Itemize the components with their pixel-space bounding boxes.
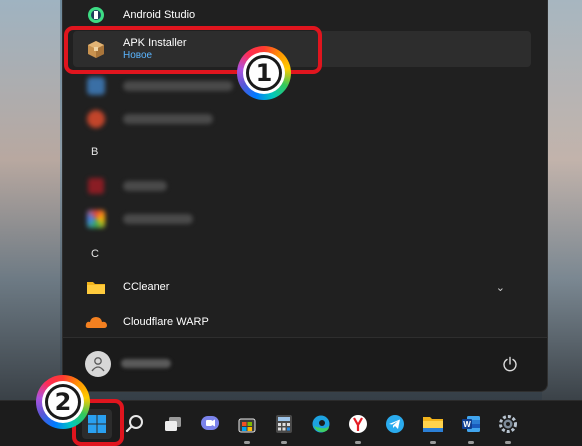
folder-icon [85,276,107,298]
power-icon[interactable] [499,353,521,375]
app-name: Cloudflare WARP [123,316,209,328]
word-icon[interactable]: W [456,409,486,444]
blurred-app-name [123,81,233,91]
blurred-app-icon [85,108,107,130]
app-name: Android Studio [123,9,196,21]
chevron-down-icon[interactable]: ⌄ [496,281,505,294]
app-item-cloudflare-warp[interactable]: Cloudflare WARP [73,304,531,340]
running-indicator [468,441,474,444]
start-menu-user-bar [63,337,547,391]
desktop-wallpaper-left [0,0,60,400]
user-icon [91,357,105,372]
app-name: CCleaner [123,281,170,293]
blurred-app-icon [85,75,107,97]
cloudflare-icon [85,311,107,333]
user-name[interactable] [121,359,171,368]
blurred-app-icon [85,175,107,197]
app-item-ccleaner[interactable]: CCleaner ⌄ [73,269,531,305]
blurred-app-name [123,181,167,191]
svg-text:W: W [463,420,471,429]
search-icon[interactable] [120,409,150,439]
running-indicator [430,441,436,444]
yandex-icon[interactable] [343,409,373,444]
section-header-c[interactable]: C [91,248,99,260]
step-number-2: 2 [45,384,81,420]
teams-chat-icon[interactable] [195,409,225,439]
edge-icon[interactable] [306,409,336,439]
step-number-1: 1 [246,55,282,91]
store-icon[interactable] [232,409,262,444]
running-indicator [355,441,361,444]
blurred-app-icon [85,208,107,230]
app-item-blurred[interactable] [73,201,531,237]
section-header-b[interactable]: B [91,146,98,158]
running-indicator [505,441,511,444]
app-item-blurred[interactable] [73,168,531,204]
running-indicator [244,441,250,444]
blurred-app-name [123,214,193,224]
app-item-blurred[interactable] [73,101,531,137]
task-view-icon[interactable] [158,409,188,439]
file-explorer-icon[interactable] [418,409,448,444]
calculator-icon[interactable] [269,409,299,444]
settings-icon[interactable] [493,409,523,444]
telegram-icon[interactable] [380,409,410,439]
desktop-wallpaper-right [542,0,582,400]
android-studio-icon [85,4,107,26]
blurred-app-name [123,114,213,124]
running-indicator [281,441,287,444]
step-badge-2: 2 [36,375,90,429]
step-badge-1: 1 [237,46,291,100]
avatar[interactable] [85,351,111,377]
